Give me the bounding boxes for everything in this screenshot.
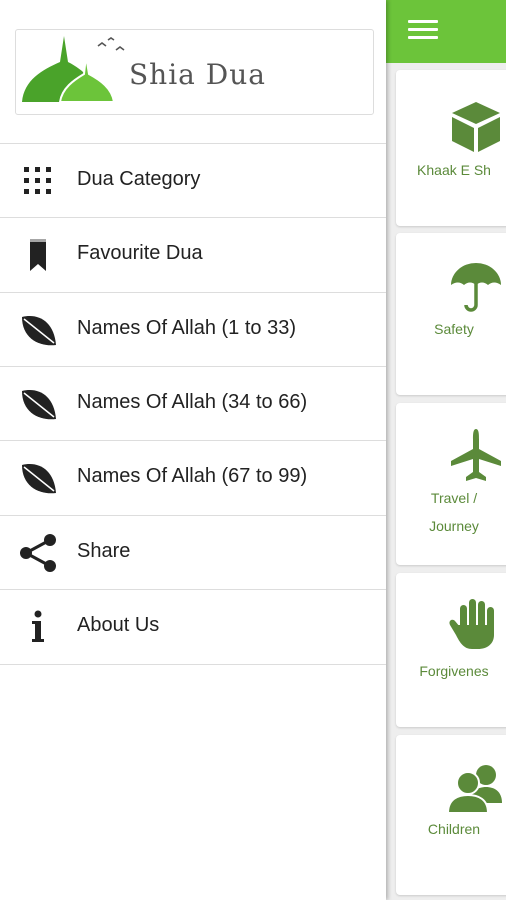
menu-item-label: About Us [77, 614, 160, 636]
menu-item-names-34-66[interactable]: Names Of Allah (34 to 66) [0, 366, 386, 441]
navigation-drawer: Shia Dua Dua Category Favourite Dua Name… [0, 0, 386, 900]
category-card[interactable]: Children [396, 735, 506, 895]
menu-item-label: Names Of Allah (67 to 99) [77, 465, 308, 487]
category-card[interactable]: Forgivenes [396, 573, 506, 727]
category-card[interactable]: Travel / Journey [396, 403, 506, 565]
menu-icon[interactable] [408, 20, 438, 42]
share-icon [20, 534, 56, 572]
info-icon [32, 610, 44, 642]
menu-item-names-1-33[interactable]: Names Of Allah (1 to 33) [0, 292, 386, 367]
category-card[interactable]: Khaak E Sh [396, 70, 506, 226]
menu-item-about-us[interactable]: About Us [0, 589, 386, 664]
leaf-icon [22, 390, 56, 420]
box-icon [452, 102, 500, 152]
category-label: Safety [434, 321, 474, 337]
app-logo: Shia Dua [15, 29, 374, 115]
airplane-icon [451, 429, 501, 481]
category-label: Forgivenes [419, 663, 489, 679]
menu-item-label: Dua Category [77, 168, 201, 190]
category-label: Travel / [430, 490, 478, 506]
menu-item-share[interactable]: Share [0, 515, 386, 590]
menu-item-label: Names Of Allah (34 to 66) [77, 391, 308, 413]
menu-item-favourite-dua[interactable]: Favourite Dua [0, 217, 386, 292]
category-label: Khaak E Sh [417, 162, 491, 178]
menu-item-label: Share [77, 540, 131, 562]
menu-item-label: Names Of Allah (1 to 33) [77, 317, 296, 339]
menu-item-names-67-99[interactable]: Names Of Allah (67 to 99) [0, 440, 386, 515]
umbrella-icon [451, 263, 501, 312]
main-content: Khaak E Sh Safety Travel / Journey Forgi… [386, 0, 506, 900]
leaf-icon [22, 464, 56, 494]
app-bar [386, 0, 506, 63]
people-icon [448, 765, 502, 814]
menu-item-dua-category[interactable]: Dua Category [0, 143, 386, 218]
mosque-dome-icon [22, 36, 125, 103]
bookmark-icon [30, 239, 46, 271]
category-card[interactable]: Safety [396, 233, 506, 395]
divider [0, 664, 386, 665]
category-label: Children [427, 821, 481, 837]
leaf-icon [22, 316, 56, 346]
category-label: Journey [429, 518, 479, 534]
hand-icon [449, 599, 494, 649]
menu-item-label: Favourite Dua [77, 242, 203, 264]
logo-text: Shia Dua [129, 58, 266, 91]
grid-icon [24, 167, 51, 194]
